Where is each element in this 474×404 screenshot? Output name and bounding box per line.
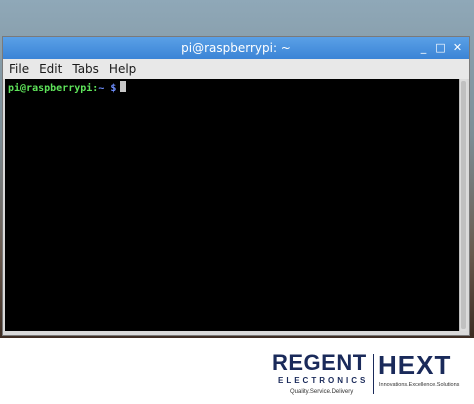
menu-help[interactable]: Help — [104, 59, 141, 79]
window-controls: _ □ ✕ — [416, 40, 465, 55]
text-cursor — [120, 81, 127, 92]
maximize-button[interactable]: □ — [433, 40, 448, 55]
minimize-button[interactable]: _ — [416, 40, 431, 55]
electronics-text: ELECTRONICS — [278, 376, 369, 385]
hext-tagline: Innovations.Excellence.Solutions — [379, 382, 460, 388]
title-bar[interactable]: pi@raspberrypi: ~ _ □ ✕ — [3, 37, 469, 59]
menu-file[interactable]: File — [3, 59, 34, 79]
prompt-line: pi@raspberrypi:~ $ — [8, 81, 127, 95]
hext-logo-text: HEXT — [378, 350, 452, 380]
brand-logos: REGENT ELECTRONICS Quality.Service.Deliv… — [270, 352, 470, 398]
window-title: pi@raspberrypi: ~ — [181, 41, 291, 55]
prompt-user-host: pi@raspberrypi — [8, 83, 93, 94]
terminal-area[interactable]: pi@raspberrypi:~ $ — [5, 79, 459, 331]
regent-tagline: Quality.Service.Delivery — [290, 389, 354, 395]
menu-tabs[interactable]: Tabs — [67, 59, 104, 79]
terminal-window: pi@raspberrypi: ~ _ □ ✕ File Edit Tabs H… — [2, 36, 470, 336]
menu-edit[interactable]: Edit — [34, 59, 67, 79]
prompt-symbol: $ — [110, 83, 117, 94]
logo-divider — [373, 354, 374, 394]
vertical-scrollbar[interactable] — [459, 79, 467, 331]
menu-bar: File Edit Tabs Help — [3, 59, 469, 79]
prompt-path: ~ — [98, 83, 105, 94]
regent-logo-text: REGENT — [272, 350, 367, 375]
scrollbar-thumb[interactable] — [461, 81, 466, 329]
close-button[interactable]: ✕ — [450, 40, 465, 55]
